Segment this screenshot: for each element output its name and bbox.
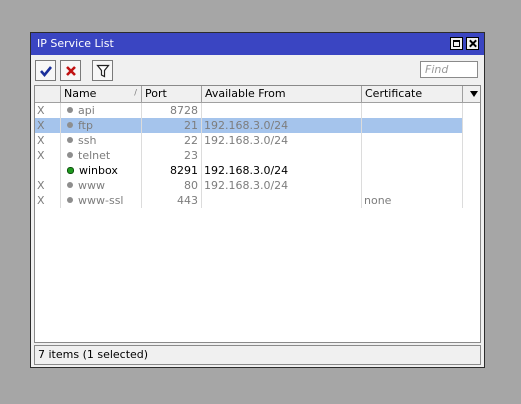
enabled-dot-icon — [67, 166, 74, 174]
sort-icon: / — [134, 88, 137, 97]
column-header-label: Available From — [205, 87, 286, 100]
service-name: ssh — [78, 134, 97, 147]
disabled-flag: X — [35, 118, 61, 133]
title-bar[interactable]: IP Service List — [31, 33, 484, 55]
service-name: www-ssl — [78, 194, 124, 207]
disabled-flag: X — [35, 133, 61, 148]
status-dot-icon — [67, 197, 73, 203]
status-bar: 7 items (1 selected) — [34, 345, 481, 365]
service-name: api — [78, 104, 95, 117]
available-from-cell — [202, 148, 362, 163]
certificate-cell: none — [362, 193, 463, 208]
service-name-cell: ssh — [61, 133, 142, 148]
service-name-cell: api — [61, 103, 142, 118]
service-name: telnet — [78, 149, 111, 162]
column-header-label: Certificate — [365, 87, 423, 100]
filter-button[interactable] — [92, 60, 113, 81]
column-header-name[interactable]: Name / — [61, 86, 142, 102]
service-name-cell: winbox — [61, 163, 142, 178]
disabled-flag: X — [35, 178, 61, 193]
window-title: IP Service List — [37, 37, 114, 50]
certificate-cell — [362, 103, 463, 118]
port-cell: 23 — [142, 148, 202, 163]
port-cell: 80 — [142, 178, 202, 193]
port-cell: 8728 — [142, 103, 202, 118]
column-header-certificate[interactable]: Certificate — [362, 86, 463, 102]
available-from-cell: 192.168.3.0/24 — [202, 178, 362, 193]
certificate-cell — [362, 163, 463, 178]
service-name: ftp — [78, 119, 93, 132]
service-name: www — [78, 179, 105, 192]
table-row[interactable]: X telnet 23 — [35, 148, 463, 163]
status-dot-icon — [67, 182, 73, 188]
service-name-cell: telnet — [61, 148, 142, 163]
certificate-cell — [362, 118, 463, 133]
maximize-button[interactable] — [450, 37, 463, 50]
disabled-flag: X — [35, 193, 61, 208]
certificate-cell — [362, 178, 463, 193]
service-name: winbox — [79, 164, 118, 177]
disabled-flag: X — [35, 148, 61, 163]
table-row[interactable]: winbox 8291 192.168.3.0/24 — [35, 163, 463, 178]
item-count-text: 7 items (1 selected) — [38, 348, 149, 361]
enable-button[interactable] — [35, 60, 56, 81]
table-row[interactable]: X www 80 192.168.3.0/24 — [35, 178, 463, 193]
column-header-port[interactable]: Port — [142, 86, 202, 102]
find-input[interactable] — [420, 61, 478, 78]
available-from-cell — [202, 103, 362, 118]
service-name-cell: www-ssl — [61, 193, 142, 208]
available-from-cell — [202, 193, 362, 208]
status-dot-icon — [67, 107, 73, 113]
table-row[interactable]: X ftp 21 192.168.3.0/24 — [35, 118, 463, 133]
service-table: Name / Port Available From Certificate X… — [34, 85, 481, 343]
table-row[interactable]: X www-ssl 443 none — [35, 193, 463, 208]
check-icon — [40, 66, 53, 78]
disable-button[interactable] — [60, 60, 81, 81]
table-row[interactable]: X ssh 22 192.168.3.0/24 — [35, 133, 463, 148]
service-name-cell: www — [61, 178, 142, 193]
table-header: Name / Port Available From Certificate — [35, 86, 480, 103]
available-from-cell: 192.168.3.0/24 — [202, 163, 362, 178]
certificate-cell — [362, 133, 463, 148]
available-from-cell: 192.168.3.0/24 — [202, 118, 362, 133]
table-row[interactable]: X api 8728 — [35, 103, 463, 118]
column-header-label: Name — [64, 87, 97, 100]
port-cell: 443 — [142, 193, 202, 208]
toolbar — [31, 55, 484, 85]
ip-service-list-window: IP Service List Name / — [30, 32, 485, 368]
status-dot-icon — [67, 152, 73, 158]
certificate-cell — [362, 148, 463, 163]
port-cell: 21 — [142, 118, 202, 133]
status-dot-icon — [67, 122, 73, 128]
close-button[interactable] — [466, 37, 479, 50]
column-header-label: Port — [145, 87, 167, 100]
disabled-flag — [35, 163, 61, 178]
port-cell: 8291 — [142, 163, 202, 178]
column-header-available-from[interactable]: Available From — [202, 86, 362, 102]
service-name-cell: ftp — [61, 118, 142, 133]
filter-icon — [96, 64, 110, 78]
port-cell: 22 — [142, 133, 202, 148]
status-dot-icon — [67, 137, 73, 143]
x-icon — [66, 66, 76, 76]
disabled-flag: X — [35, 103, 61, 118]
column-menu-icon[interactable] — [467, 86, 480, 102]
available-from-cell: 192.168.3.0/24 — [202, 133, 362, 148]
column-header-flag[interactable] — [35, 86, 61, 102]
